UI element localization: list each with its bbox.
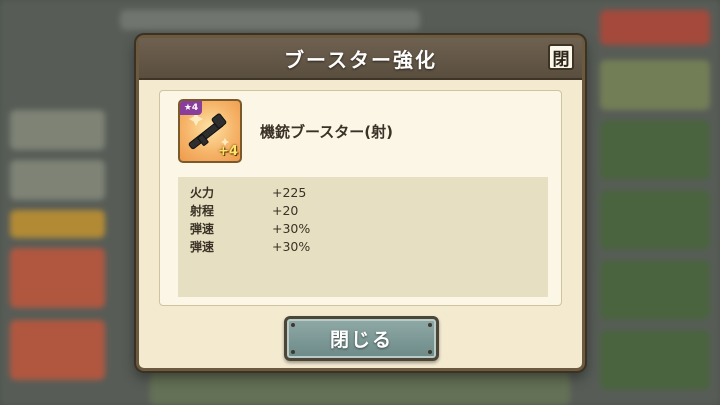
stat-value: +20: [272, 202, 299, 218]
close-button[interactable]: 閉じる: [284, 316, 439, 361]
stat-value: +225: [272, 184, 307, 200]
close-icon[interactable]: 閉: [548, 44, 574, 70]
item-name: 機銃ブースター(射): [260, 123, 393, 141]
stat-row: 弾速 +30%: [190, 238, 310, 254]
stat-value: +30%: [272, 220, 311, 236]
enhance-level-badge: +4: [218, 144, 238, 159]
stat-row: 射程 +20: [190, 202, 298, 218]
stat-label: 弾速: [190, 221, 215, 236]
item-detail-panel: ★4 +4 機銃ブースター(射) 火力 +225 射程 +20 弾速 +30% …: [159, 90, 562, 306]
dialog-title: ブースター強化: [284, 47, 437, 72]
dialog-title-bar: ブースター強化 閉: [139, 38, 582, 80]
stat-row: 火力 +225: [190, 184, 306, 200]
stats-table: 火力 +225 射程 +20 弾速 +30% 弾速 +30%: [178, 177, 548, 297]
stat-label: 射程: [190, 203, 215, 218]
machine-gun-icon: ★4 +4: [178, 99, 242, 163]
stat-row: 弾速 +30%: [190, 220, 310, 236]
stat-label: 弾速: [190, 239, 215, 254]
stat-value: +30%: [272, 238, 311, 254]
close-button-label: 閉じる: [329, 329, 393, 351]
stat-label: 火力: [190, 185, 215, 200]
booster-enhance-dialog: ブースター強化 閉 ★4 +4 機銃ブースター(射) 火力 +225 射程 +2…: [136, 35, 585, 371]
rarity-badge: ★4: [180, 101, 202, 115]
